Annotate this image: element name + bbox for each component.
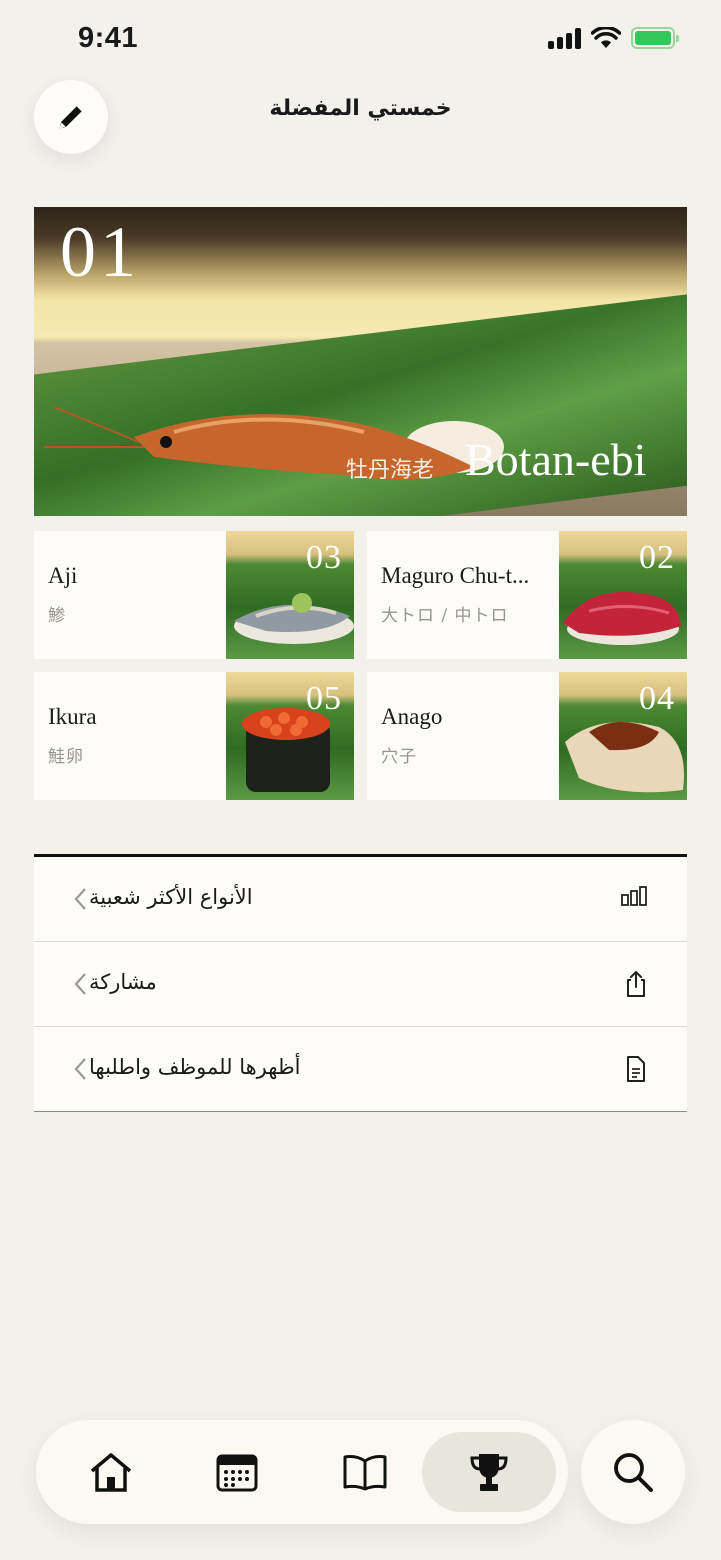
wifi-icon	[591, 27, 621, 48]
hero-name: Botan-ebi	[465, 434, 647, 485]
card-rank: 03	[306, 539, 342, 576]
page-title: خمستي المفضلة	[269, 96, 452, 121]
menu-item-most-popular[interactable]: الأنواع الأكثر شعبية	[34, 857, 687, 942]
card-photo: 02	[559, 531, 687, 659]
card-name: Aji	[48, 563, 78, 588]
card-name: Maguro Chu-t...	[381, 563, 530, 588]
hero-rank: 01	[60, 212, 140, 292]
search-button[interactable]	[581, 1420, 685, 1524]
menu-item-show-staff[interactable]: أظهرها للموظف واطلبها	[34, 1027, 687, 1112]
card-photo: 05	[226, 672, 354, 800]
hero-japanese-name: 牡丹海老	[346, 458, 435, 483]
card-japanese-name: 鮭卵	[48, 747, 84, 767]
card-japanese-name: 大トロ / 中トロ	[381, 606, 509, 626]
favorite-card-maguro[interactable]: Maguro Chu-t... 大トロ / 中トロ 02	[367, 531, 687, 659]
tab-calendar[interactable]	[170, 1432, 304, 1512]
bar-chart-icon	[621, 886, 647, 906]
favorite-hero-card[interactable]: 01 牡丹海老 Botan-ebi	[34, 207, 687, 516]
chevron-left-icon	[74, 1058, 86, 1080]
status-icons	[548, 27, 679, 49]
search-icon	[614, 1453, 653, 1492]
calendar-icon	[216, 1454, 258, 1492]
card-name: Anago	[381, 704, 443, 729]
tab-home[interactable]	[44, 1432, 178, 1512]
menu-item-label: الأنواع الأكثر شعبية	[89, 885, 253, 909]
status-time: 9:41	[78, 22, 139, 54]
card-japanese-name: 穴子	[381, 747, 417, 767]
menu-item-share[interactable]: مشاركة	[34, 942, 687, 1027]
chevron-left-icon	[74, 888, 86, 910]
share-icon	[627, 970, 645, 997]
book-icon	[343, 1455, 387, 1491]
tab-guide[interactable]	[298, 1432, 432, 1512]
chevron-left-icon	[74, 973, 86, 995]
favorite-card-ikura[interactable]: Ikura 鮭卵 05	[34, 672, 354, 800]
card-japanese-name: 鯵	[48, 606, 66, 626]
battery-icon	[631, 27, 679, 49]
favorite-card-aji[interactable]: Aji 鯵 03	[34, 531, 354, 659]
card-photo: 03	[226, 531, 354, 659]
card-rank: 05	[306, 680, 342, 717]
menu-item-label: مشاركة	[89, 970, 157, 994]
tab-bar	[36, 1420, 568, 1524]
home-icon	[90, 1453, 132, 1492]
cellular-signal-icon	[548, 27, 581, 49]
document-icon	[627, 1056, 645, 1082]
tab-favorites[interactable]	[422, 1432, 556, 1512]
card-rank: 04	[639, 680, 675, 717]
action-list: الأنواع الأكثر شعبية مشاركة أظهرها للموظ…	[34, 854, 687, 1112]
card-rank: 02	[639, 539, 675, 576]
menu-item-label: أظهرها للموظف واطلبها	[89, 1055, 301, 1079]
card-name: Ikura	[48, 704, 97, 729]
trophy-icon	[470, 1454, 508, 1491]
card-photo: 04	[559, 672, 687, 800]
favorite-card-anago[interactable]: Anago 穴子 04	[367, 672, 687, 800]
